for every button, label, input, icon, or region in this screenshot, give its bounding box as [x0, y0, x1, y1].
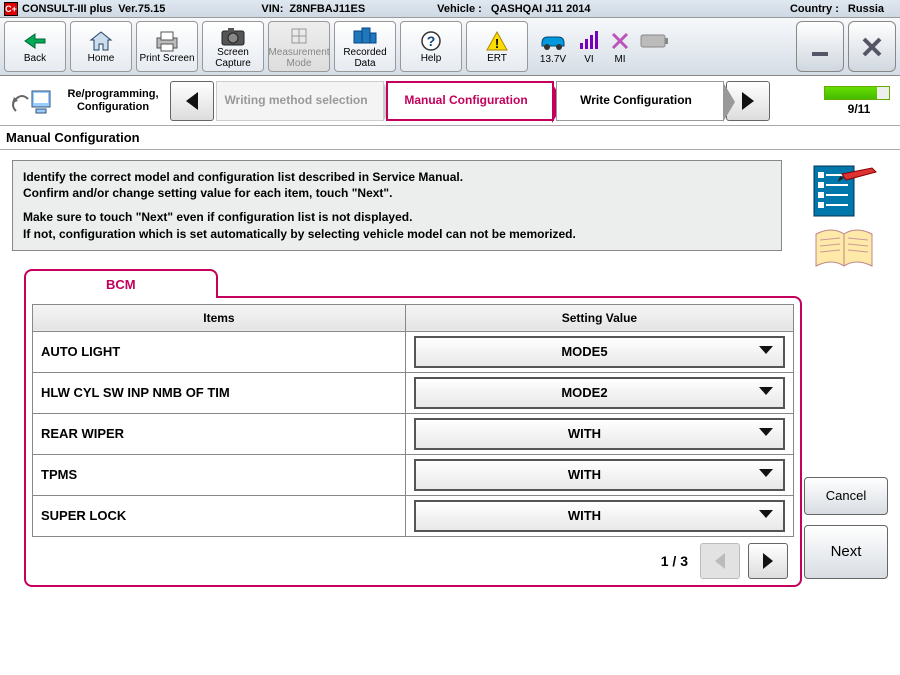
- warning-icon: !: [485, 28, 509, 54]
- vehicle-label: Vehicle : QASHQAI J11 2014: [437, 3, 596, 15]
- disconnected-icon: [610, 28, 630, 54]
- setting-value-select[interactable]: MODE2: [414, 377, 785, 409]
- setting-value-text: WITH: [416, 508, 753, 523]
- step-progress: 9/11: [824, 86, 894, 116]
- table-row: REAR WIPER WITH: [33, 413, 794, 454]
- main-content: Identify the correct model and configura…: [0, 150, 900, 597]
- camera-icon: [220, 24, 246, 48]
- setting-value-select[interactable]: MODE5: [414, 336, 785, 368]
- app-version: Ver.75.15: [118, 3, 165, 15]
- step-root-label: Re/programming, Configuration: [58, 88, 168, 112]
- recorded-data-icon: [352, 24, 378, 48]
- table-row: TPMS WITH: [33, 454, 794, 495]
- mi-status: MI: [610, 28, 630, 65]
- config-item-value-cell: MODE2: [405, 372, 793, 413]
- col-value: Setting Value: [405, 304, 793, 331]
- chevron-down-icon: [753, 425, 779, 442]
- recorded-data-button[interactable]: Recorded Data: [334, 21, 396, 72]
- config-panel: Items Setting Value AUTO LIGHT MODE5 HLW C…: [24, 296, 802, 587]
- screen-capture-button[interactable]: Screen Capture: [202, 21, 264, 72]
- pc-battery-status: [640, 28, 670, 65]
- reprogramming-icon: [6, 81, 56, 121]
- toolbar: Back Home Print Screen Screen Capture Me…: [0, 18, 900, 76]
- config-item-label: SUPER LOCK: [33, 495, 406, 536]
- progress-fill: [825, 87, 877, 99]
- step-manual-configuration: Manual Configuration: [386, 81, 554, 121]
- config-item-value-cell: WITH: [405, 454, 793, 495]
- chevron-down-icon: [753, 384, 779, 401]
- setting-value-text: MODE2: [416, 385, 753, 400]
- config-item-value-cell: WITH: [405, 495, 793, 536]
- setting-value-select[interactable]: WITH: [414, 459, 785, 491]
- col-items: Items: [33, 304, 406, 331]
- ert-button[interactable]: ! ERT: [466, 21, 528, 72]
- step-prev-button[interactable]: [170, 81, 214, 121]
- next-button[interactable]: Next: [804, 525, 888, 579]
- checklist-icon: [812, 164, 882, 218]
- back-arrow-icon: [23, 28, 47, 54]
- section-title: Manual Configuration: [0, 126, 900, 150]
- setting-value-select[interactable]: WITH: [414, 500, 785, 532]
- country-label: Country : Russia: [790, 3, 890, 15]
- side-actions: Cancel Next: [804, 477, 888, 579]
- help-button[interactable]: ? Help: [400, 21, 462, 72]
- step-writing-method: Writing method selection: [216, 81, 384, 121]
- svg-text:!: !: [495, 36, 499, 51]
- setting-value-text: WITH: [416, 426, 753, 441]
- decor-illustration: [812, 164, 882, 278]
- print-button[interactable]: Print Screen: [136, 21, 198, 72]
- status-group: 13.7V VI MI: [538, 21, 670, 72]
- page-next-button[interactable]: [748, 543, 788, 579]
- signal-icon: [578, 28, 600, 54]
- close-button[interactable]: [848, 21, 896, 72]
- home-icon: [89, 28, 113, 54]
- page-info: 1 / 3: [661, 553, 688, 569]
- home-button[interactable]: Home: [70, 21, 132, 72]
- instruction-box: Identify the correct model and configura…: [12, 160, 782, 251]
- config-item-label: TPMS: [33, 454, 406, 495]
- chevron-down-icon: [753, 466, 779, 483]
- cancel-button[interactable]: Cancel: [804, 477, 888, 515]
- config-tab-container: BCM Items Setting Value AUTO LIGHT MODE5 H…: [24, 269, 888, 587]
- chevron-down-icon: [753, 507, 779, 524]
- measurement-icon: [288, 24, 310, 48]
- table-row: AUTO LIGHT MODE5: [33, 331, 794, 372]
- setting-value-text: WITH: [416, 467, 753, 482]
- battery-voltage-status: 13.7V: [538, 28, 568, 65]
- tab-bcm[interactable]: BCM: [24, 269, 218, 298]
- app-name: CONSULT-III plus: [22, 3, 112, 15]
- config-item-value-cell: WITH: [405, 413, 793, 454]
- vi-status: VI: [578, 28, 600, 65]
- step-bar: Re/programming, Configuration Writing me…: [0, 76, 900, 126]
- config-item-label: REAR WIPER: [33, 413, 406, 454]
- config-item-value-cell: MODE5: [405, 331, 793, 372]
- help-icon: ?: [420, 28, 442, 54]
- config-item-label: HLW CYL SW INP NMB OF TIM: [33, 372, 406, 413]
- table-row: SUPER LOCK WITH: [33, 495, 794, 536]
- back-button[interactable]: Back: [4, 21, 66, 72]
- car-icon: [538, 28, 568, 54]
- app-logo-icon: C+: [4, 2, 18, 16]
- config-table: Items Setting Value AUTO LIGHT MODE5 HLW C…: [32, 304, 794, 537]
- vin-label: VIN:Z8NFBAJ11ES: [261, 3, 371, 15]
- printer-icon: [154, 28, 180, 54]
- setting-value-text: MODE5: [416, 344, 753, 359]
- chevron-down-icon: [753, 343, 779, 360]
- config-item-label: AUTO LIGHT: [33, 331, 406, 372]
- pager: 1 / 3: [32, 543, 794, 579]
- battery-icon: [640, 28, 670, 54]
- page-prev-button: [700, 543, 740, 579]
- minimize-button[interactable]: [796, 21, 844, 72]
- table-row: HLW CYL SW INP NMB OF TIM MODE2: [33, 372, 794, 413]
- setting-value-select[interactable]: WITH: [414, 418, 785, 450]
- step-write-configuration: Write Configuration: [556, 81, 724, 121]
- book-icon: [812, 226, 876, 270]
- titlebar: C+ CONSULT-III plus Ver.75.15 VIN:Z8NFBA…: [0, 0, 900, 18]
- measurement-mode-button: Measurement Mode: [268, 21, 330, 72]
- svg-text:?: ?: [427, 33, 436, 49]
